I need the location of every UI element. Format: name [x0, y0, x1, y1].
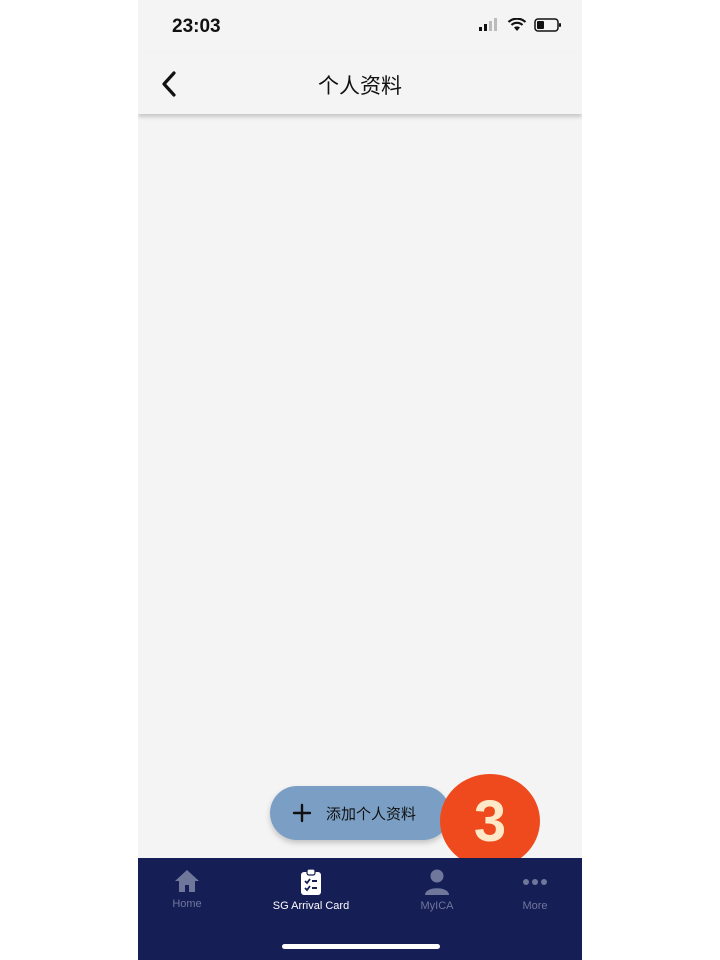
person-icon [425, 869, 449, 895]
tab-home[interactable]: Home [138, 868, 242, 910]
profile-list-area [138, 116, 582, 856]
add-profile-label: 添加个人资料 [326, 804, 417, 823]
status-icons [478, 18, 562, 32]
add-profile-button[interactable]: 添加个人资料 [270, 786, 450, 840]
tab-myica[interactable]: MyICA [382, 868, 492, 912]
more-dots-icon [523, 879, 547, 885]
step-number-badge: 3 [440, 774, 540, 868]
tab-myica-label: MyICA [420, 900, 454, 912]
status-time: 23:03 [172, 16, 221, 37]
plus-icon [292, 803, 312, 823]
page-title: 个人资料 [318, 74, 402, 98]
wifi-icon [507, 18, 527, 31]
tab-sg-arrival-card[interactable]: SG Arrival Card [256, 868, 366, 912]
status-bar: 23:03 [138, 0, 582, 52]
tab-more[interactable]: More [480, 868, 582, 912]
clipboard-icon [301, 868, 321, 895]
home-indicator[interactable] [282, 944, 440, 949]
tab-home-label: Home [172, 898, 202, 910]
tab-more-label: More [522, 900, 548, 912]
cellular-signal-icon [479, 18, 497, 31]
phone-screen: 23:03 个人资料 添加个人资料 3 Home SG Arrival Card… [138, 0, 582, 960]
tab-sg-arrival-card-label: SG Arrival Card [272, 900, 350, 912]
step-number: 3 [473, 788, 507, 854]
home-icon [175, 870, 199, 892]
header-bar: 个人资料 [138, 52, 582, 114]
battery-icon [534, 18, 561, 32]
